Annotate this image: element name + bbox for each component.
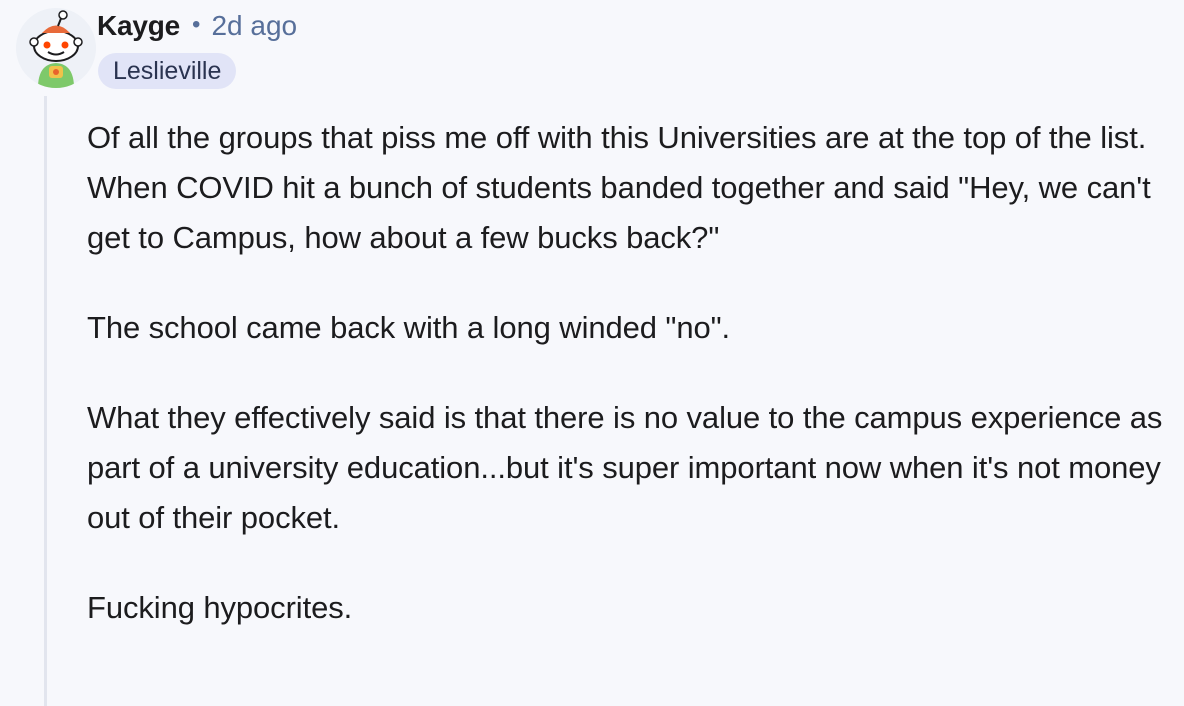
- timestamp[interactable]: 2d ago: [211, 10, 297, 42]
- reddit-snoo-avatar-icon: [16, 8, 96, 88]
- thread-line[interactable]: [44, 96, 47, 706]
- comment-body: Of all the groups that piss me off with …: [87, 113, 1167, 673]
- meta-separator: •: [192, 11, 201, 38]
- username-link[interactable]: Kayge: [97, 10, 180, 42]
- user-flair-badge: Leslieville: [98, 53, 237, 89]
- comment-paragraph: Fucking hypocrites.: [87, 590, 353, 625]
- comment-paragraph: The school came back with a long winded …: [87, 310, 731, 345]
- comment-header: Kayge • 2d ago: [97, 8, 297, 44]
- comment-paragraph: Of all the groups that piss me off with …: [87, 120, 1151, 255]
- user-avatar[interactable]: [16, 8, 96, 88]
- comment-paragraph: What they effectively said is that there…: [87, 400, 1163, 535]
